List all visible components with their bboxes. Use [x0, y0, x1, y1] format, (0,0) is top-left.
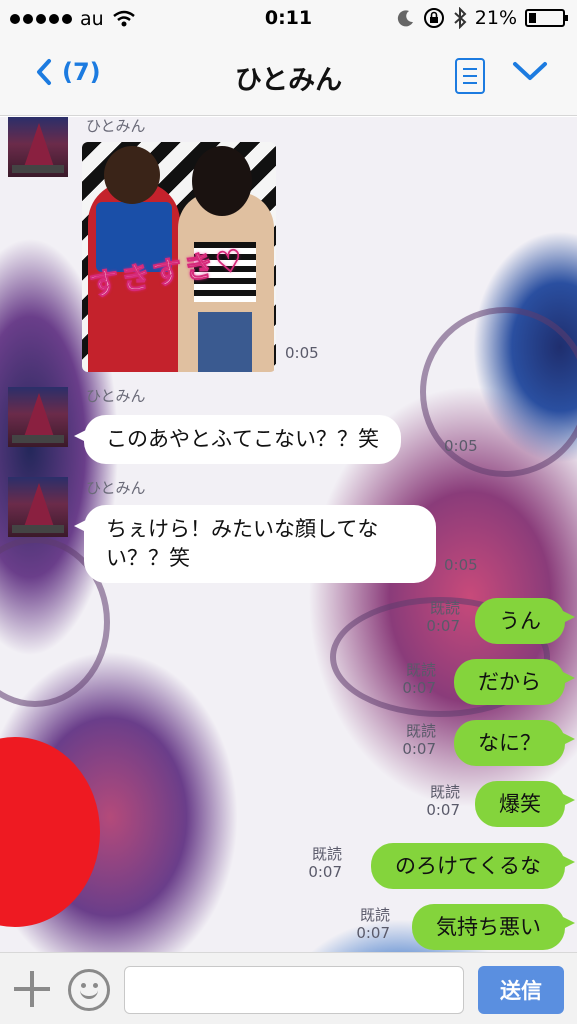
dropdown-button[interactable] [512, 60, 548, 86]
read-label: 既読 [405, 722, 436, 740]
chat-area[interactable]: ひとみん すきすき♡ 0:05 ひとみん このあやとふてこない？？笑 0:05 … [0, 117, 577, 952]
message-bubble[interactable]: ちぇけら！みたいな顔してな い？？笑 [74, 505, 436, 583]
send-button[interactable]: 送信 [478, 966, 564, 1014]
bluetooth-icon [454, 7, 467, 29]
wallpaper-red-shape [0, 737, 100, 927]
emoji-icon[interactable] [68, 969, 110, 1011]
plus-icon[interactable] [14, 971, 50, 1007]
sender-name: ひとみん [86, 387, 146, 405]
read-label: 既読 [405, 661, 436, 679]
message-text: 爆笑 [499, 792, 541, 816]
sender-avatar[interactable] [8, 117, 68, 177]
my-message-bubble[interactable]: 爆笑 [475, 781, 575, 827]
message-time: 0:07 [356, 924, 390, 942]
sender-avatar[interactable] [8, 387, 68, 447]
message-input[interactable] [124, 966, 464, 1014]
read-status: 既読 0:07 [410, 599, 460, 635]
rotation-lock-icon [423, 8, 444, 28]
read-status: 既読 0:07 [292, 845, 342, 881]
my-message-bubble[interactable]: うん [475, 598, 575, 644]
chat-title: ひとみん [234, 65, 343, 96]
message-text: だから [478, 670, 541, 694]
message-text: 気持ち悪い [436, 915, 541, 939]
message-time: 0:07 [308, 863, 342, 881]
photo-message[interactable]: すきすき♡ [82, 142, 276, 372]
message-bubble[interactable]: このあやとふてこない？？笑 [74, 415, 401, 464]
read-status: 既読 0:07 [386, 661, 436, 697]
my-message-bubble[interactable]: だから [454, 659, 575, 705]
moon-icon [397, 10, 413, 27]
battery-percent: 21% [474, 7, 517, 29]
message-text-line: ちぇけら！みたいな顔してな [106, 517, 379, 541]
sender-name: ひとみん [86, 117, 146, 135]
chevron-down-icon [513, 62, 547, 80]
message-time: 0:05 [444, 437, 478, 455]
read-label: 既読 [359, 906, 390, 924]
message-time: 0:05 [444, 556, 478, 574]
status-right: 21% [397, 7, 568, 29]
my-message-bubble[interactable]: のろけてくるな [371, 843, 575, 889]
message-time: 0:07 [402, 740, 436, 758]
message-text: なに？ [478, 731, 541, 755]
message-time: 0:07 [426, 617, 460, 635]
message-text-line: い？？笑 [106, 546, 190, 570]
notes-menu-button[interactable] [455, 58, 485, 94]
message-text: このあやとふてこない？？笑 [106, 427, 379, 451]
sender-name: ひとみん [86, 479, 146, 497]
read-status: 既読 0:07 [386, 722, 436, 758]
chat-header: (7) ひとみん [0, 38, 577, 116]
my-message-bubble[interactable]: 気持ち悪い [412, 904, 575, 950]
status-bar: au 0:11 21% [0, 0, 577, 38]
read-status: 既読 0:07 [340, 906, 390, 942]
read-label: 既読 [429, 599, 460, 617]
sender-avatar[interactable] [8, 477, 68, 537]
message-time: 0:07 [402, 679, 436, 697]
read-status: 既読 0:07 [410, 783, 460, 819]
read-label: 既読 [311, 845, 342, 863]
message-text: のろけてくるな [395, 854, 541, 878]
message-time: 0:07 [426, 801, 460, 819]
message-input-bar: 送信 [0, 952, 577, 1024]
message-text: うん [499, 609, 541, 633]
read-label: 既読 [429, 783, 460, 801]
message-time: 0:05 [285, 344, 319, 362]
my-message-bubble[interactable]: なに？ [454, 720, 575, 766]
battery-icon [525, 9, 568, 27]
